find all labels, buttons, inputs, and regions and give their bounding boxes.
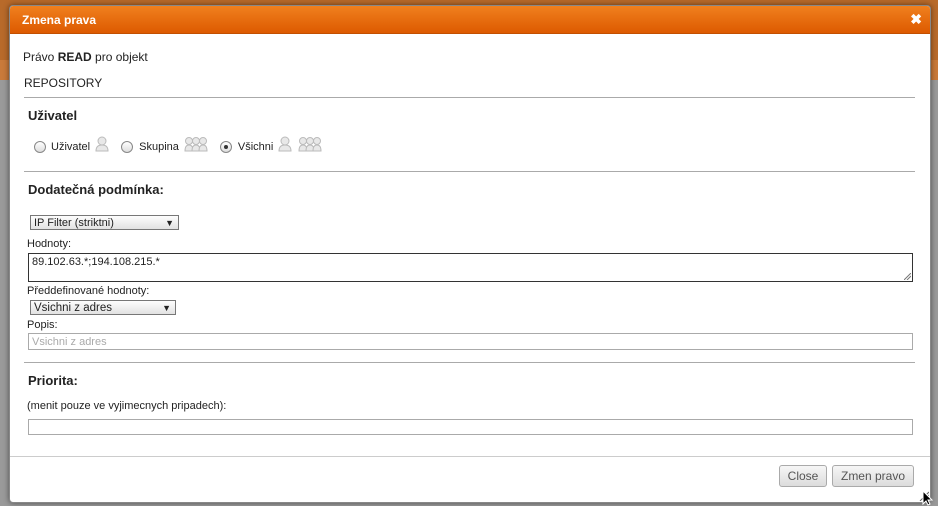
change-permission-dialog: Zmena prava ✖ Právo READ pro objekt REPO… [9, 5, 931, 503]
intro-suffix: pro objekt [91, 50, 148, 64]
priority-input[interactable] [28, 419, 913, 435]
values-text: 89.102.63.*;194.108.215.* [32, 256, 160, 268]
dialog-content: Právo READ pro objekt REPOSITORY Uživate… [10, 34, 930, 456]
radio-group[interactable] [121, 141, 134, 153]
permission-intro: Právo READ pro objekt [23, 50, 148, 64]
description-input[interactable]: Vsichni z adres [28, 333, 913, 350]
chevron-down-icon: ▼ [165, 218, 174, 228]
everyone-single-icon [278, 136, 292, 152]
description-label: Popis: [27, 319, 58, 331]
radio-everyone-label: Všichni [237, 141, 274, 153]
textarea-resize-icon[interactable] [904, 273, 911, 280]
change-permission-button[interactable]: Zmen pravo [832, 465, 914, 487]
radio-user[interactable] [34, 141, 46, 153]
dialog-title: Zmena prava [22, 13, 97, 27]
filter-type-value: IP Filter (striktni) [34, 217, 114, 229]
priority-section-title: Priorita: [28, 373, 78, 388]
radio-user-label: Uživatel [51, 141, 91, 153]
user-type-options: Uživatel Skupina Všichni [34, 136, 322, 153]
radio-everyone[interactable] [219, 141, 232, 153]
mouse-cursor-icon [922, 490, 934, 506]
close-button[interactable]: Close [779, 465, 827, 487]
group-icon [184, 136, 208, 152]
description-placeholder: Vsichni z adres [32, 336, 107, 348]
predefined-values-select[interactable]: Vsichni z adres ▼ [30, 300, 176, 315]
divider [24, 171, 915, 172]
divider [24, 362, 915, 363]
chevron-down-icon: ▼ [162, 303, 171, 313]
radio-group-label: Skupina [139, 141, 179, 153]
permission-name: READ [57, 50, 92, 64]
values-label: Hodnoty: [27, 238, 72, 250]
predefined-values-label: Předdefinované hodnoty: [27, 285, 150, 297]
predefined-values-value: Vsichni z adres [34, 302, 112, 314]
close-icon[interactable]: ✖ [910, 11, 922, 27]
dialog-titlebar[interactable]: Zmena prava ✖ [10, 6, 930, 34]
user-section-title: Uživatel [28, 108, 78, 123]
everyone-group-icon [298, 136, 322, 152]
divider [24, 97, 915, 98]
priority-hint: (menit pouze ve vyjimecnych pripadech): [27, 400, 227, 412]
single-user-icon [95, 136, 109, 152]
values-textarea[interactable]: 89.102.63.*;194.108.215.* [28, 253, 913, 282]
condition-section-title: Dodatečná podmínka: [28, 182, 164, 197]
filter-type-select[interactable]: IP Filter (striktni) ▼ [30, 215, 179, 230]
footer-divider [10, 456, 930, 457]
intro-prefix: Právo [23, 50, 58, 64]
object-name: REPOSITORY [24, 76, 103, 90]
